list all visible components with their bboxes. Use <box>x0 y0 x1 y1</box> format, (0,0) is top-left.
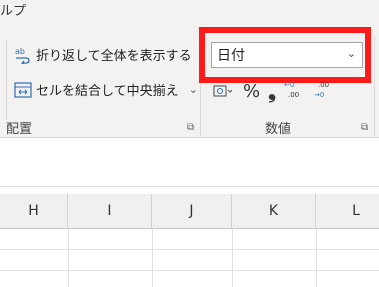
wrap-text-button[interactable]: ab 折り返して全体を表示する <box>14 45 192 65</box>
comma-button[interactable]: ❟ <box>268 79 276 103</box>
svg-text:.00: .00 <box>288 91 299 99</box>
column-header-h[interactable]: H <box>0 194 68 228</box>
column-line <box>316 229 317 287</box>
help-tab-fragment[interactable]: ルプ <box>0 0 26 19</box>
chevron-down-icon[interactable]: ⌄ <box>189 83 198 96</box>
number-launcher-icon[interactable]: ⧉ <box>361 122 368 133</box>
svg-text:→0: →0 <box>314 91 324 99</box>
row-line <box>0 270 379 271</box>
column-line <box>68 229 69 287</box>
ribbon: ルプ ab 折り返して全体を表示する セルを結合して中央揃え ⌄ 配置 ⧉ 日付 <box>0 0 379 137</box>
highlight-box <box>199 27 371 83</box>
row-line <box>0 249 379 250</box>
accounting-format-icon[interactable] <box>213 82 235 100</box>
merge-center-icon <box>14 81 32 99</box>
wrap-text-label: 折り返して全体を表示する <box>36 49 192 64</box>
group-label-alignment: 配置 <box>6 122 33 137</box>
increase-decimal-icon[interactable]: ←0 .00 <box>284 79 306 103</box>
group-separator <box>6 40 7 120</box>
formula-bar-border <box>0 186 379 187</box>
column-line <box>152 229 153 287</box>
column-header-l[interactable]: L <box>316 194 379 228</box>
column-header-row: H I J K L <box>0 194 379 229</box>
svg-text:ab: ab <box>15 47 25 56</box>
number-buttons: % ❟ ←0 .00 .00 →0 <box>213 79 336 103</box>
column-header-k[interactable]: K <box>232 194 316 228</box>
column-line <box>232 229 233 287</box>
alignment-launcher-icon[interactable]: ⧉ <box>187 122 194 133</box>
column-header-j[interactable]: J <box>152 194 232 228</box>
wrap-text-icon: ab <box>14 46 32 65</box>
svg-text:←0: ←0 <box>284 81 294 89</box>
column-header-i[interactable]: I <box>68 194 152 228</box>
decrease-decimal-icon[interactable]: .00 →0 <box>314 79 336 103</box>
percent-button[interactable]: % <box>243 81 260 102</box>
merge-center-button[interactable]: セルを結合して中央揃え ⌄ <box>14 80 198 99</box>
formula-bar-area <box>0 138 379 186</box>
cell-grid[interactable] <box>0 229 379 287</box>
svg-text:.00: .00 <box>318 81 329 89</box>
merge-center-label: セルを結合して中央揃え <box>36 84 179 99</box>
group-label-number: 数値 <box>265 122 292 137</box>
group-separator <box>374 36 375 136</box>
